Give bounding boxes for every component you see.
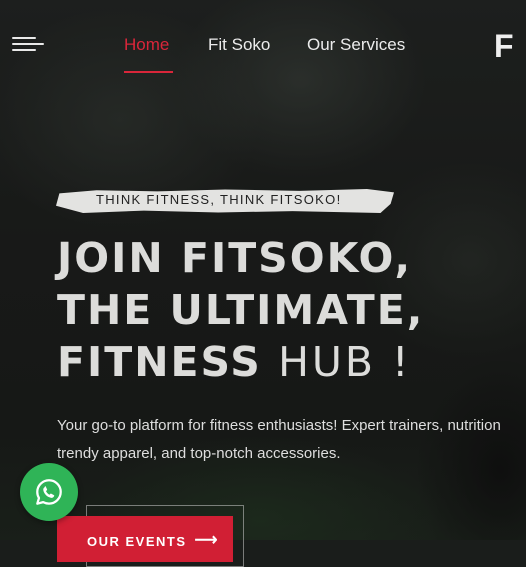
whatsapp-button[interactable]	[20, 463, 78, 521]
nav-active-indicator	[124, 71, 173, 73]
nav-fit-soko-link[interactable]: Fit Soko	[208, 35, 270, 55]
nav-home-link[interactable]: Home	[124, 35, 169, 55]
site-logo[interactable]: F	[494, 28, 526, 65]
headline-line-1: JOIN FITSOKO,	[57, 234, 413, 282]
menu-icon[interactable]	[12, 35, 44, 55]
whatsapp-icon	[36, 479, 62, 505]
nav-our-services-link[interactable]: Our Services	[307, 35, 405, 55]
headline-line-2: THE ULTIMATE,	[57, 286, 425, 334]
headline-line-3-bold: FITNESS	[57, 338, 262, 386]
hero-headline: JOIN FITSOKO, THE ULTIMATE, FITNESS HUB …	[57, 232, 424, 388]
headline-line-3-light: HUB !	[278, 338, 412, 386]
description-line-2: trendy apparel, and top-notch accessorie…	[57, 445, 341, 462]
description-line-1: Your go-to platform for fitness enthusia…	[57, 417, 501, 434]
arrow-right-icon: ⟶	[194, 532, 219, 549]
tagline-banner: THINK FITNESS, THINK FITSOKO!	[56, 185, 396, 215]
hero-description: Your go-to platform for fitness enthusia…	[57, 412, 501, 468]
our-events-button[interactable]: OUR EVENTS ⟶	[57, 516, 233, 562]
cta-label: OUR EVENTS	[87, 534, 187, 549]
tagline-text: THINK FITNESS, THINK FITSOKO!	[96, 192, 342, 207]
